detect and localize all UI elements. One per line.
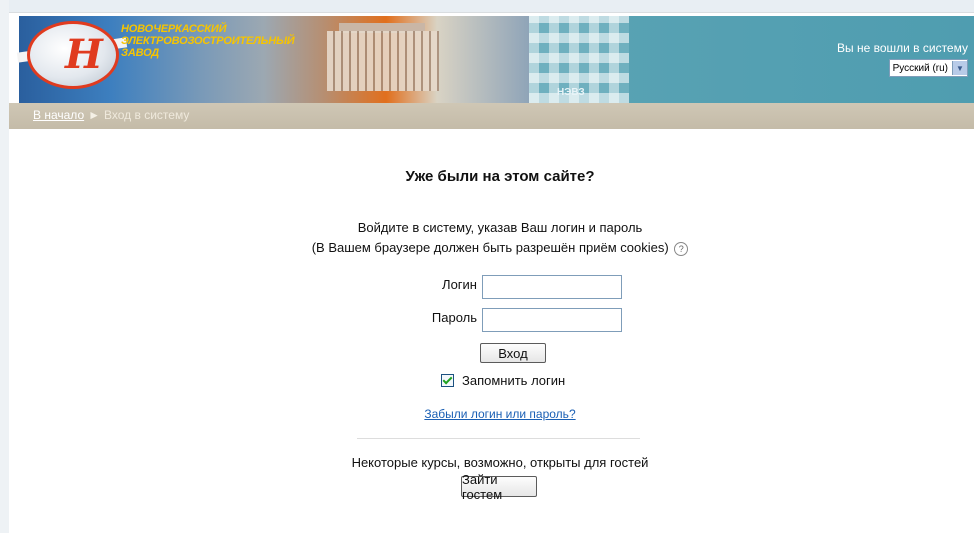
window-left-border (0, 0, 9, 533)
logo-company-name: НОВОЧЕРКАССКИЙ ЭЛЕКТРОВОЗОСТРОИТЕЛЬНЫЙ З… (121, 23, 295, 59)
forgot-password-row: Забыли логин или пароль? (0, 407, 974, 421)
password-label: Пароль (431, 310, 477, 325)
forgot-password-link[interactable]: Забыли логин или пароль? (424, 407, 575, 421)
window-top-border (0, 0, 974, 12)
building-image (327, 31, 439, 91)
site-header: Н НОВОЧЕРКАССКИЙ ЭЛЕКТРОВОЗОСТРОИТЕЛЬНЫЙ… (9, 13, 974, 103)
chevron-down-icon[interactable]: ▼ (952, 61, 967, 75)
guest-info-text: Некоторые курсы, возможно, открыты для г… (351, 455, 649, 470)
help-icon[interactable]: ? (674, 241, 689, 256)
remember-checkbox[interactable] (441, 374, 454, 387)
username-input[interactable] (482, 275, 622, 299)
login-button[interactable]: Вход (480, 343, 546, 363)
breadcrumb-separator-icon: ► (88, 108, 101, 122)
remember-username[interactable]: Запомнить логин (441, 373, 565, 388)
banner-label: НЭВЗ (557, 87, 585, 98)
cookies-note: (В Вашем браузере должен быть разрешён п… (0, 240, 974, 256)
breadcrumb: В начало ► Вход в систему (33, 108, 189, 122)
password-input[interactable] (482, 308, 622, 332)
breadcrumb-home-link[interactable]: В начало (33, 108, 84, 122)
guest-login-button[interactable]: Зайти гостем (461, 472, 537, 502)
cookies-note-text: (В Вашем браузере должен быть разрешён п… (311, 240, 669, 255)
navigation-bar: В начало ► Вход в систему (9, 103, 974, 129)
login-heading: Уже были на этом сайте? (405, 168, 595, 185)
login-status-text: Вы не вошли в систему (836, 41, 968, 55)
language-select[interactable]: Русский (ru) ▼ (888, 59, 968, 77)
language-select-value: Русский (ru) (892, 62, 948, 74)
username-label: Логин (442, 277, 477, 292)
section-divider (357, 438, 640, 439)
logo-monogram: Н (65, 31, 103, 78)
login-instruction: Войдите в систему, указав Ваш логин и па… (357, 220, 643, 235)
remember-label: Запомнить логин (462, 373, 566, 388)
breadcrumb-current: Вход в систему (104, 108, 190, 122)
